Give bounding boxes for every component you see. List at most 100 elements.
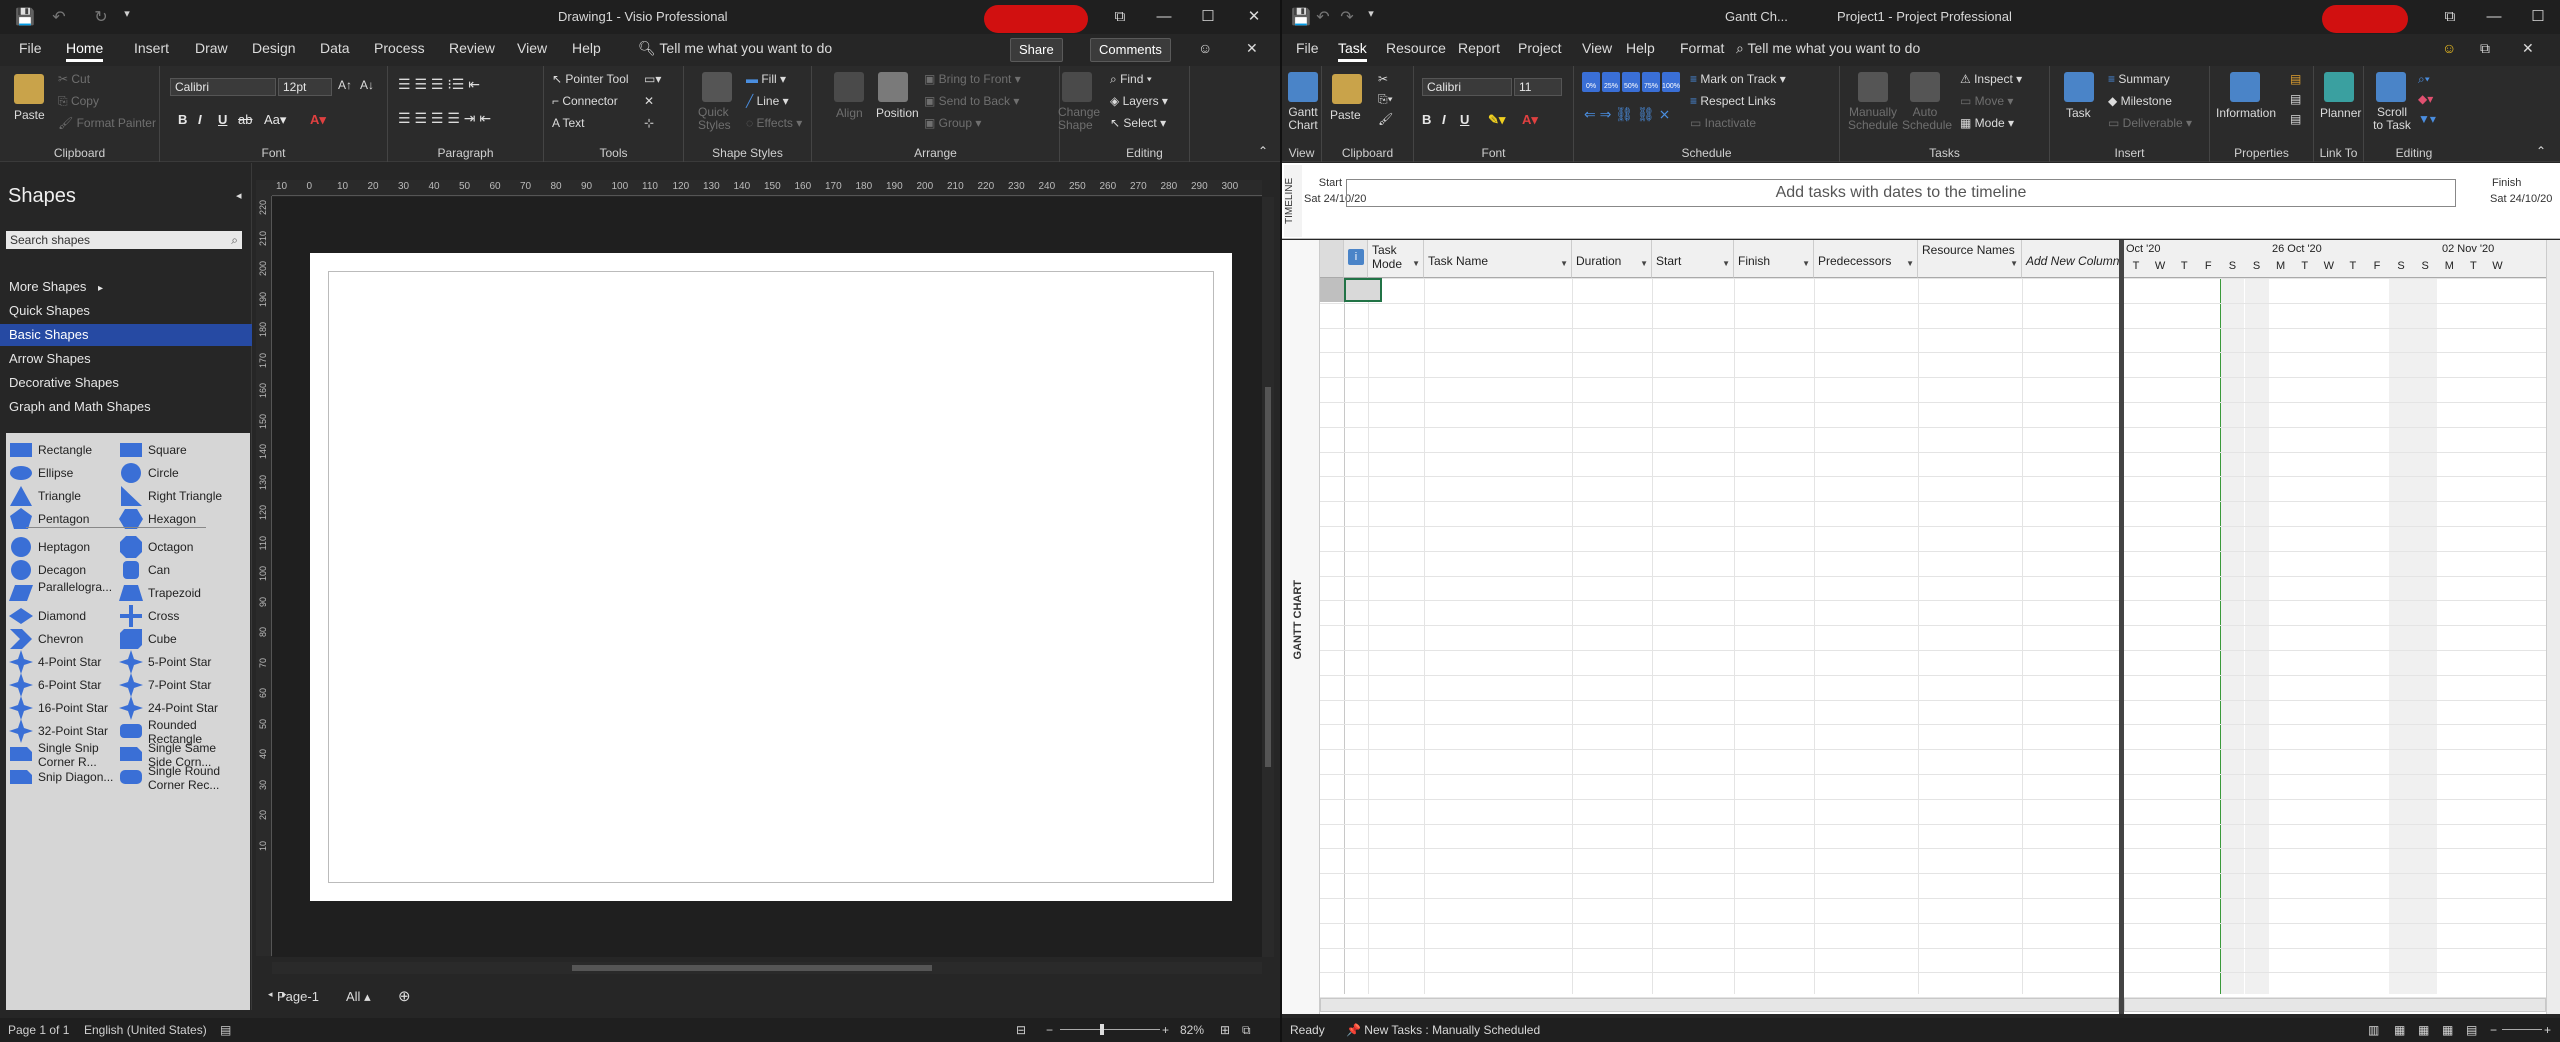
- shape-24-point-star[interactable]: 24-Point Star: [118, 695, 226, 720]
- page-tab-1[interactable]: Page-1: [277, 989, 319, 1004]
- format-painter-button[interactable]: 🖌 Format Painter: [58, 116, 156, 130]
- split-bar[interactable]: [2119, 240, 2124, 1014]
- macro-icon[interactable]: ▤: [220, 1023, 231, 1037]
- timescale[interactable]: Oct '20 26 Oct '20 02 Nov '20 T W T F S S M T W T F S S…: [2124, 240, 2560, 278]
- minimize-button[interactable]: —: [2476, 5, 2512, 29]
- select-all-corner[interactable]: [1320, 240, 1344, 278]
- cut-button[interactable]: ✂ Cut: [58, 72, 90, 86]
- quick-styles-icon[interactable]: [702, 72, 732, 102]
- information-button[interactable]: Information: [2216, 106, 2276, 120]
- prev-page-icon[interactable]: ◂: [268, 989, 273, 1000]
- tab-draw[interactable]: Draw: [195, 40, 228, 56]
- column-header-task-name[interactable]: Task Name ▼: [1424, 240, 1572, 278]
- close-shape-icon[interactable]: ✕: [644, 94, 654, 108]
- paste-icon[interactable]: [1332, 74, 1362, 104]
- underline-button[interactable]: U: [1460, 112, 1469, 127]
- deliverable-button[interactable]: ▭ Deliverable ▾: [2108, 116, 2192, 130]
- smiley-icon[interactable]: ☺: [1198, 40, 1212, 56]
- shape-ellipse[interactable]: Ellipse: [8, 460, 116, 484]
- smiley-icon[interactable]: ☺: [2442, 40, 2456, 56]
- restore-doc-icon[interactable]: ⧉: [2480, 40, 2490, 57]
- tab-task[interactable]: Task: [1338, 40, 1367, 62]
- vertical-scrollbar[interactable]: [1262, 197, 1274, 957]
- fill-button[interactable]: ▬ Fill ▾: [746, 72, 786, 86]
- page-count[interactable]: Page 1 of 1: [8, 1023, 69, 1037]
- ribbon-display-icon[interactable]: ⧉: [1102, 5, 1138, 29]
- change-case-button[interactable]: Aa▾: [264, 112, 286, 128]
- zoom-slider[interactable]: [2502, 1029, 2542, 1030]
- send-back-button[interactable]: ▣ Send to Back ▾: [924, 94, 1019, 108]
- shape-diamond[interactable]: Diamond: [8, 603, 116, 627]
- fit-page-icon[interactable]: ⊞: [1220, 1023, 1230, 1037]
- language[interactable]: English (United States): [84, 1023, 207, 1037]
- tab-view[interactable]: View: [517, 40, 547, 56]
- maximize-button[interactable]: ☐: [1190, 5, 1226, 29]
- shape-octagon[interactable]: Octagon: [118, 534, 226, 558]
- nav-graph-math-shapes[interactable]: Graph and Math Shapes: [0, 396, 252, 418]
- all-pages-tab[interactable]: All ▴: [346, 989, 371, 1005]
- inactivate-button[interactable]: ▭ Inactivate: [1690, 116, 1756, 130]
- hscroll-thumb[interactable]: [572, 965, 932, 971]
- position-button[interactable]: Position: [876, 106, 919, 120]
- effects-button[interactable]: ◌ Effects ▾: [746, 116, 802, 130]
- chart-vscroll[interactable]: [2546, 240, 2560, 1014]
- indicators-column[interactable]: i: [1344, 240, 1368, 278]
- clear-icon[interactable]: ◆▾: [2418, 92, 2433, 106]
- shape-trapezoid[interactable]: Trapezoid: [118, 580, 226, 604]
- auto-schedule-icon[interactable]: [1910, 72, 1940, 102]
- tab-file[interactable]: File: [19, 40, 42, 56]
- tab-view[interactable]: View: [1582, 40, 1612, 56]
- grow-font-button[interactable]: A↑: [338, 78, 352, 92]
- zoom-out-icon[interactable]: −: [1046, 1023, 1053, 1037]
- tab-home[interactable]: Home: [66, 40, 104, 62]
- font-size-select[interactable]: 12pt: [278, 78, 332, 96]
- paste-button[interactable]: Paste: [1330, 108, 1361, 122]
- tab-help[interactable]: Help: [1626, 40, 1655, 56]
- gantt-chart-area[interactable]: Oct '20 26 Oct '20 02 Nov '20 T W T F S S M T W T F S S…: [2124, 240, 2560, 999]
- fit-icon[interactable]: ⊟: [1016, 1023, 1026, 1037]
- gantt-view-icon[interactable]: ▥: [2368, 1023, 2379, 1037]
- font-name-select[interactable]: Calibri: [170, 78, 276, 96]
- shape-triangle[interactable]: Triangle: [8, 483, 116, 507]
- percent-50-button[interactable]: 50%: [1622, 72, 1640, 92]
- auto-schedule-button[interactable]: Auto Schedule: [1902, 106, 1952, 132]
- shrink-font-button[interactable]: A↓: [360, 78, 374, 92]
- find-button[interactable]: ⌕ Find ▾: [1110, 72, 1152, 87]
- bold-button[interactable]: B: [1422, 112, 1431, 127]
- shape-cross[interactable]: Cross: [118, 603, 226, 627]
- layers-button[interactable]: ◈ Layers ▾: [1110, 94, 1168, 108]
- copy-icon[interactable]: ⎘▾: [1378, 92, 1393, 107]
- notes-icon[interactable]: ▤: [2290, 72, 2301, 86]
- zoom-in-icon[interactable]: +: [1162, 1023, 1169, 1037]
- tab-project[interactable]: Project: [1518, 40, 1562, 56]
- text-button[interactable]: A Text: [552, 116, 584, 130]
- task-table[interactable]: i Task Mode ▼ Task Name ▼ Duration ▼ Start ▼ Fin…: [1320, 240, 2144, 999]
- zoom-in-icon[interactable]: +: [2544, 1023, 2551, 1037]
- team-planner-icon[interactable]: ▦: [2418, 1023, 2429, 1037]
- column-header-predecessors[interactable]: Predecessors ▼: [1814, 240, 1918, 278]
- shape-16-point-star[interactable]: 16-Point Star: [8, 695, 116, 720]
- align-icon[interactable]: [834, 72, 864, 102]
- underline-button[interactable]: U: [218, 112, 227, 127]
- task-button[interactable]: Task: [2066, 106, 2091, 120]
- milestone-button[interactable]: ◆ Milestone: [2108, 94, 2172, 108]
- close-doc-icon[interactable]: ✕: [2522, 40, 2534, 57]
- nav-quick-shapes[interactable]: Quick Shapes: [0, 300, 252, 322]
- save-icon[interactable]: 💾: [1290, 7, 1312, 27]
- shape-single-snip-corner-r[interactable]: Single Snip Corner R...: [8, 741, 116, 769]
- shape-cube[interactable]: Cube: [118, 626, 226, 650]
- shape-right-triangle[interactable]: Right Triangle: [118, 483, 226, 507]
- drawing-canvas[interactable]: [272, 197, 1262, 957]
- format-painter-icon[interactable]: 🖌: [1378, 112, 1393, 126]
- report-icon[interactable]: ▤: [2466, 1023, 2477, 1037]
- task-usage-icon[interactable]: ▦: [2394, 1023, 2405, 1037]
- close-doc-icon[interactable]: ✕: [1246, 40, 1258, 57]
- tab-design[interactable]: Design: [252, 40, 296, 56]
- summary-button[interactable]: ≡ Summary: [2108, 72, 2170, 86]
- tab-report[interactable]: Report: [1458, 40, 1500, 56]
- quick-styles-button[interactable]: Quick Styles: [698, 106, 738, 132]
- drawing-page[interactable]: [310, 253, 1232, 901]
- shape-single-same-side-corn[interactable]: Single Same Side Corn...: [118, 741, 226, 769]
- redo-icon[interactable]: ↷: [1336, 7, 1358, 27]
- bring-front-button[interactable]: ▣ Bring to Front ▾: [924, 72, 1021, 86]
